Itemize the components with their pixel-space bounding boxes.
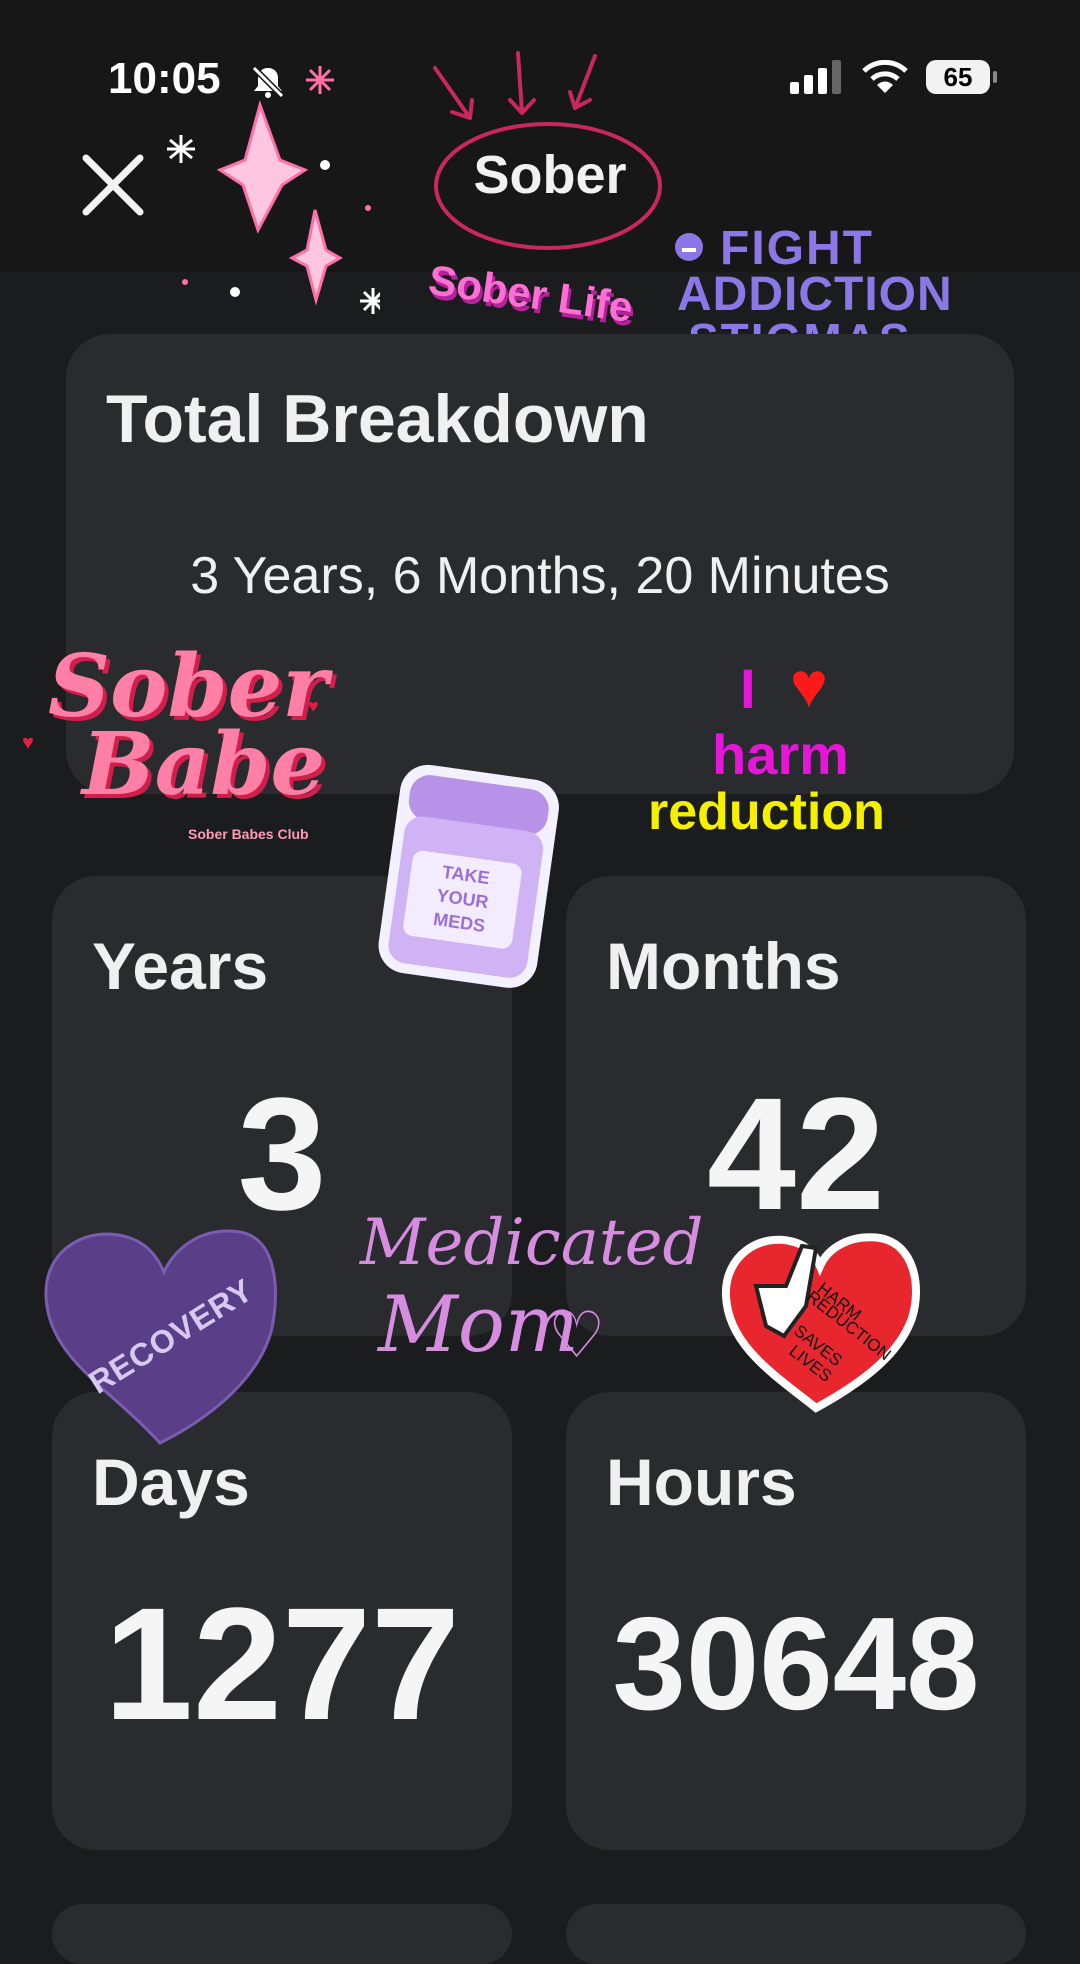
- signal-icon: [790, 60, 841, 94]
- medicated-mom-sticker: Medicated Mom ♡: [356, 1206, 703, 1406]
- sparkles-doodle: [167, 66, 380, 350]
- page-title: Sober: [473, 145, 627, 205]
- sober-babe-line2: Babe: [82, 714, 326, 815]
- harm-reduction-saves-lives-sticker: HARM REDUCTION SAVES LIVES: [716, 1226, 926, 1416]
- breakdown-text: 3 Years, 6 Months, 20 Minutes: [190, 547, 890, 605]
- arrows-doodle: [433, 51, 597, 120]
- battery-indicator: 65: [926, 60, 997, 94]
- heart-icon: ♥: [790, 649, 828, 721]
- months-label: Months: [606, 929, 841, 1003]
- i-love-harm-reduction-sticker: I ♥ harm reduction: [640, 649, 940, 846]
- heart-icon: [721, 1233, 920, 1413]
- reduction-text: reduction: [648, 783, 885, 841]
- take-your-meds-sticker: TAKE YOUR MEDS: [374, 761, 573, 1003]
- system-icons: 65: [790, 60, 997, 94]
- title-area: Sober: [430, 118, 670, 254]
- hours-value: 30648: [612, 1590, 980, 1737]
- pill-icon: [675, 233, 703, 261]
- partial-card-right: [566, 1904, 1026, 1964]
- recovery-sticker: RECOVERY: [40, 1218, 280, 1448]
- hours-card: Hours 30648: [566, 1392, 1026, 1850]
- partial-card-left: [52, 1904, 512, 1964]
- heart-icon: ♥: [308, 696, 319, 716]
- i-love-text: I: [740, 657, 756, 720]
- medicated-line1: Medicated: [360, 1206, 704, 1280]
- close-button[interactable]: [78, 150, 148, 220]
- sober-babe-sticker: Sober Babe Sober Babes Club ♥ ♥: [22, 636, 330, 846]
- fight-line2: ADDICTION: [677, 268, 953, 321]
- sober-babes-club-text: Sober Babes Club: [188, 826, 309, 842]
- hours-label: Hours: [606, 1445, 797, 1519]
- breakdown-title: Total Breakdown: [106, 381, 649, 457]
- heart-icon: ♥: [22, 732, 34, 754]
- heart-icon: ♡: [548, 1299, 606, 1371]
- fight-line1: FIGHT: [720, 222, 874, 275]
- days-card: Days 1277: [52, 1392, 512, 1850]
- wifi-icon: [862, 60, 908, 93]
- days-value: 1277: [104, 1574, 460, 1753]
- years-label: Years: [92, 929, 269, 1003]
- harm-text: harm: [712, 723, 849, 786]
- days-label: Days: [92, 1445, 250, 1519]
